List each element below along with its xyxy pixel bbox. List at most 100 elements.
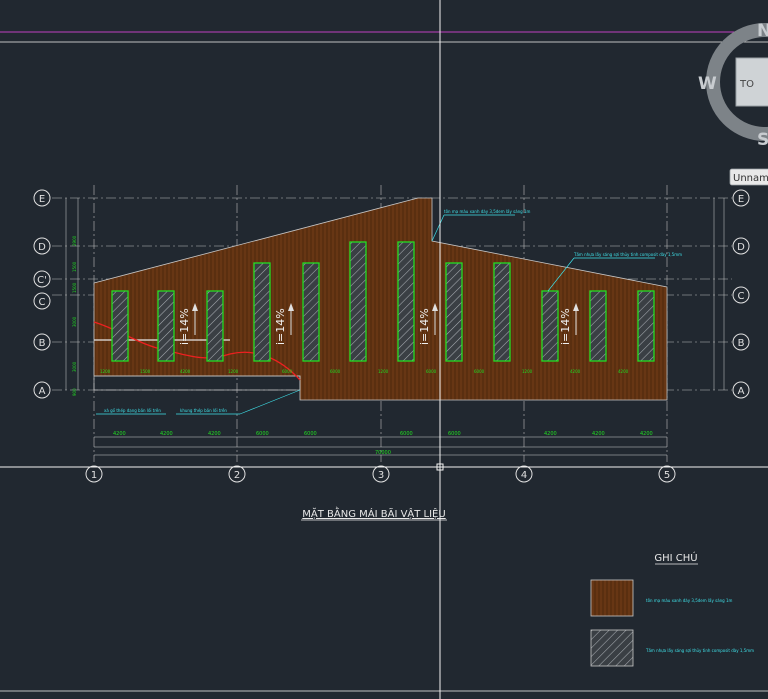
skylight-panel[interactable] <box>493 262 511 362</box>
skylight-panel[interactable] <box>445 262 463 362</box>
skylight-panel[interactable] <box>253 262 271 362</box>
legend-swatch-skylight <box>590 629 634 667</box>
svg-text:B: B <box>39 338 46 349</box>
compass-west[interactable]: W <box>698 74 717 94</box>
svg-text:2900: 2900 <box>72 235 77 246</box>
legend: GHI CHÚ tôn mạ màu xanh dày 3,5dem lấy s… <box>590 551 754 667</box>
grid-bubble-d: D <box>33 237 51 255</box>
svg-text:4200: 4200 <box>618 369 629 374</box>
left-dimension-labels: 2900 1500 1500 3000 3000 900 <box>72 235 77 396</box>
skylight-panel[interactable] <box>349 241 367 362</box>
legend-title: GHI CHÚ <box>654 551 697 564</box>
svg-text:C': C' <box>37 275 47 286</box>
grid-bubble-a: A <box>33 381 51 399</box>
dim-label: 4200 <box>592 431 605 437</box>
svg-text:E: E <box>738 194 744 205</box>
legend-swatch-roof-sheet <box>590 579 634 617</box>
grid-bubble-3: 3 <box>372 465 390 483</box>
grid-bubble-4: 4 <box>515 465 533 483</box>
grid-bubble-2: 2 <box>228 465 246 483</box>
svg-text:D: D <box>737 242 745 253</box>
svg-text:1500: 1500 <box>140 369 151 374</box>
svg-text:C: C <box>39 297 46 308</box>
svg-text:D: D <box>38 242 46 253</box>
dim-label: 4200 <box>113 431 126 437</box>
slope-label: i=14% <box>418 308 431 345</box>
callout-skylight: Tấm nhựa lấy sáng sợi thủy tinh composit… <box>573 252 682 257</box>
skylight-panel[interactable] <box>637 290 655 362</box>
skylight-panel[interactable] <box>397 241 415 362</box>
svg-text:2: 2 <box>234 470 240 481</box>
skylight-panel[interactable] <box>589 290 607 362</box>
svg-text:1: 1 <box>91 470 97 481</box>
dim-label: 6000 <box>304 431 317 437</box>
svg-text:5: 5 <box>664 470 670 481</box>
svg-text:1500: 1500 <box>72 261 77 272</box>
bottom-dimension-labels: 4200 4200 4200 6000 6000 6000 6000 4200 … <box>113 431 653 456</box>
svg-text:4: 4 <box>521 470 527 481</box>
svg-text:4200: 4200 <box>570 369 581 374</box>
slope-label: i=14% <box>559 308 572 345</box>
drawing-title: MẶT BẰNG MÁI BÃI VẬT LIỆU <box>302 506 445 520</box>
svg-text:900: 900 <box>72 388 77 396</box>
grid-bubble-e: E <box>33 189 51 207</box>
grid-bubble-e-right: E <box>732 189 750 207</box>
eave-strip <box>93 375 301 391</box>
callout-roof-sheet: tôn mạ màu xanh dày 3,5dem lấy sáng 1m <box>444 209 531 214</box>
dim-total: 70000 <box>375 450 391 456</box>
cad-drawing-canvas[interactable]: 1200 1500 4200 1200 6000 6000 1200 6000 6000 1… <box>0 0 768 699</box>
viewcube-top-label: TO <box>739 79 754 90</box>
col-grid-bubbles: 1 2 3 4 5 <box>85 465 676 483</box>
viewcube[interactable]: TO N W S Unnam <box>698 21 768 186</box>
grid-bubble-b-right: B <box>732 333 750 351</box>
slope-label: i=14% <box>178 308 191 345</box>
grid-bubble-a-right: A <box>732 381 750 399</box>
dim-label: 4200 <box>640 431 653 437</box>
grid-bubble-c-right: C <box>732 286 750 304</box>
svg-text:1500: 1500 <box>72 282 77 293</box>
dim-label: 4200 <box>160 431 173 437</box>
grid-bubble-1: 1 <box>85 465 103 483</box>
svg-text:C: C <box>738 291 745 302</box>
svg-text:3000: 3000 <box>72 316 77 327</box>
dim-label: 4200 <box>208 431 221 437</box>
dim-label: 6000 <box>400 431 413 437</box>
svg-text:B: B <box>738 338 745 349</box>
dim-label: 4200 <box>544 431 557 437</box>
legend-label-roof-sheet: tôn mạ màu xanh dày 3,5dem lấy sáng 1m <box>646 598 733 603</box>
callout-eave-left: xà gồ thép dạng bản lối trên <box>104 408 161 413</box>
grid-bubble-d-right: D <box>732 237 750 255</box>
svg-text:6000: 6000 <box>474 369 485 374</box>
row-grid-bubbles-left: E D C' C B A <box>33 189 51 399</box>
svg-text:6000: 6000 <box>426 369 437 374</box>
legend-label-skylight: Tấm nhựa lấy sáng sợi thủy tinh composit… <box>645 648 754 653</box>
svg-text:1200: 1200 <box>378 369 389 374</box>
skylight-panel[interactable] <box>206 290 224 362</box>
grid-bubble-c: C <box>33 292 51 310</box>
svg-text:1200: 1200 <box>100 369 111 374</box>
ucs-menu-label: Unnam <box>733 173 768 184</box>
callout-eave-right: khung thép bản lối trên <box>180 408 227 413</box>
svg-text:4200: 4200 <box>180 369 191 374</box>
grid-bubble-b: B <box>33 333 51 351</box>
grid-bubble-c-prime: C' <box>33 270 51 288</box>
grid-bubble-5: 5 <box>658 465 676 483</box>
row-grid-bubbles-right: E D C B A <box>732 189 750 399</box>
svg-text:6000: 6000 <box>282 369 293 374</box>
dim-label: 6000 <box>448 431 461 437</box>
skylight-panel[interactable] <box>157 290 175 362</box>
svg-text:3: 3 <box>378 470 384 481</box>
svg-text:6000: 6000 <box>330 369 341 374</box>
compass-south[interactable]: S <box>757 130 768 150</box>
svg-text:1200: 1200 <box>228 369 239 374</box>
slope-label: i=14% <box>274 308 287 345</box>
svg-text:A: A <box>738 386 745 397</box>
compass-north[interactable]: N <box>757 21 768 41</box>
skylight-panel[interactable] <box>111 290 129 362</box>
skylight-panel[interactable] <box>541 290 559 362</box>
svg-text:A: A <box>39 386 46 397</box>
dim-label: 6000 <box>256 431 269 437</box>
skylight-panel[interactable] <box>302 262 320 362</box>
svg-text:1200: 1200 <box>522 369 533 374</box>
svg-text:E: E <box>39 194 45 205</box>
